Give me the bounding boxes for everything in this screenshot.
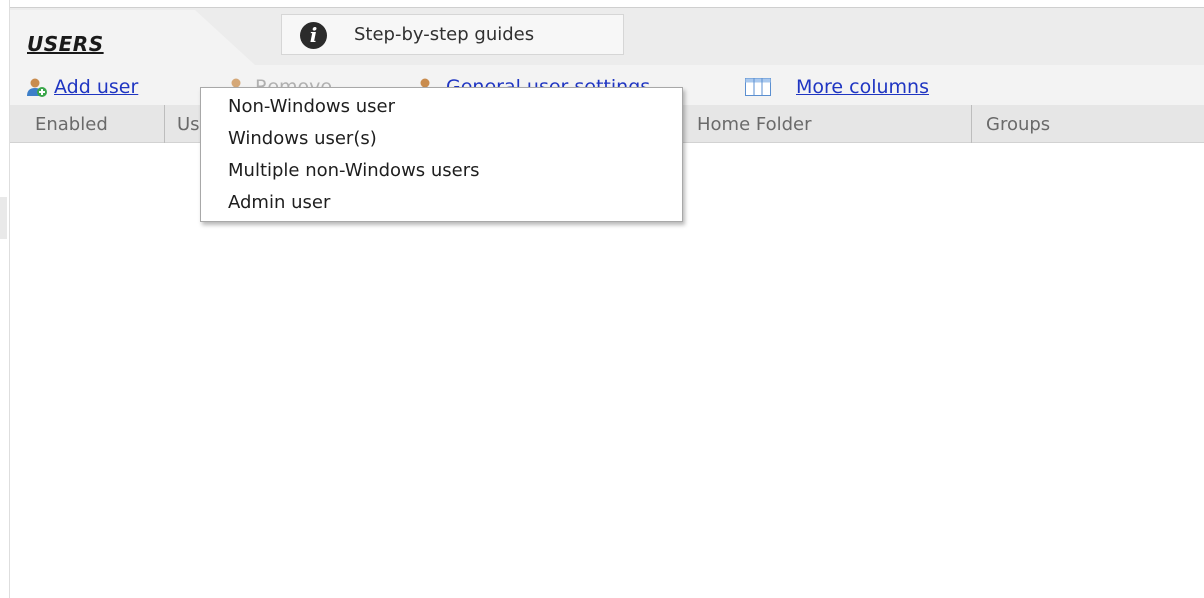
more-columns-button[interactable]: More columns (745, 65, 985, 105)
left-panel-edge (0, 0, 10, 598)
column-header-groups[interactable]: Groups (972, 105, 1204, 143)
info-icon: i (300, 22, 327, 49)
column-header-home-folder[interactable]: Home Folder (683, 105, 972, 143)
columns-icon (745, 78, 771, 96)
menu-item-non-windows-user[interactable]: Non-Windows user (202, 90, 681, 122)
tab-users[interactable]: USERS (10, 10, 255, 65)
add-user-button[interactable]: Add user (22, 65, 202, 105)
menu-item-multiple-non-windows-users[interactable]: Multiple non-Windows users (202, 154, 681, 186)
column-header-enabled[interactable]: Enabled (10, 105, 165, 143)
add-user-label: Add user (54, 76, 139, 98)
window-top-border (10, 0, 1204, 8)
tab-strip: USERS i Step-by-step guides (10, 8, 1204, 65)
menu-item-windows-users[interactable]: Windows user(s) (202, 122, 681, 154)
menu-item-label: Non-Windows user (228, 96, 395, 117)
add-user-dropdown-menu: Non-Windows user Windows user(s) Multipl… (200, 87, 683, 222)
tab-users-label: USERS (27, 32, 104, 56)
column-label: Groups (986, 114, 1051, 135)
menu-item-admin-user[interactable]: Admin user (202, 186, 681, 218)
tab-step-by-step-guides[interactable]: i Step-by-step guides (281, 14, 624, 55)
menu-item-label: Admin user (228, 192, 331, 213)
panel-splitter-handle[interactable] (0, 197, 7, 239)
add-user-icon (27, 78, 47, 97)
column-label: Enabled (35, 114, 108, 135)
more-columns-label: More columns (796, 76, 929, 98)
app-window: USERS i Step-by-step guides Add user Rem… (0, 0, 1204, 598)
tab-guides-label: Step-by-step guides (354, 24, 535, 45)
column-label: Home Folder (697, 114, 812, 135)
menu-item-label: Multiple non-Windows users (228, 160, 480, 181)
menu-item-label: Windows user(s) (228, 128, 377, 149)
